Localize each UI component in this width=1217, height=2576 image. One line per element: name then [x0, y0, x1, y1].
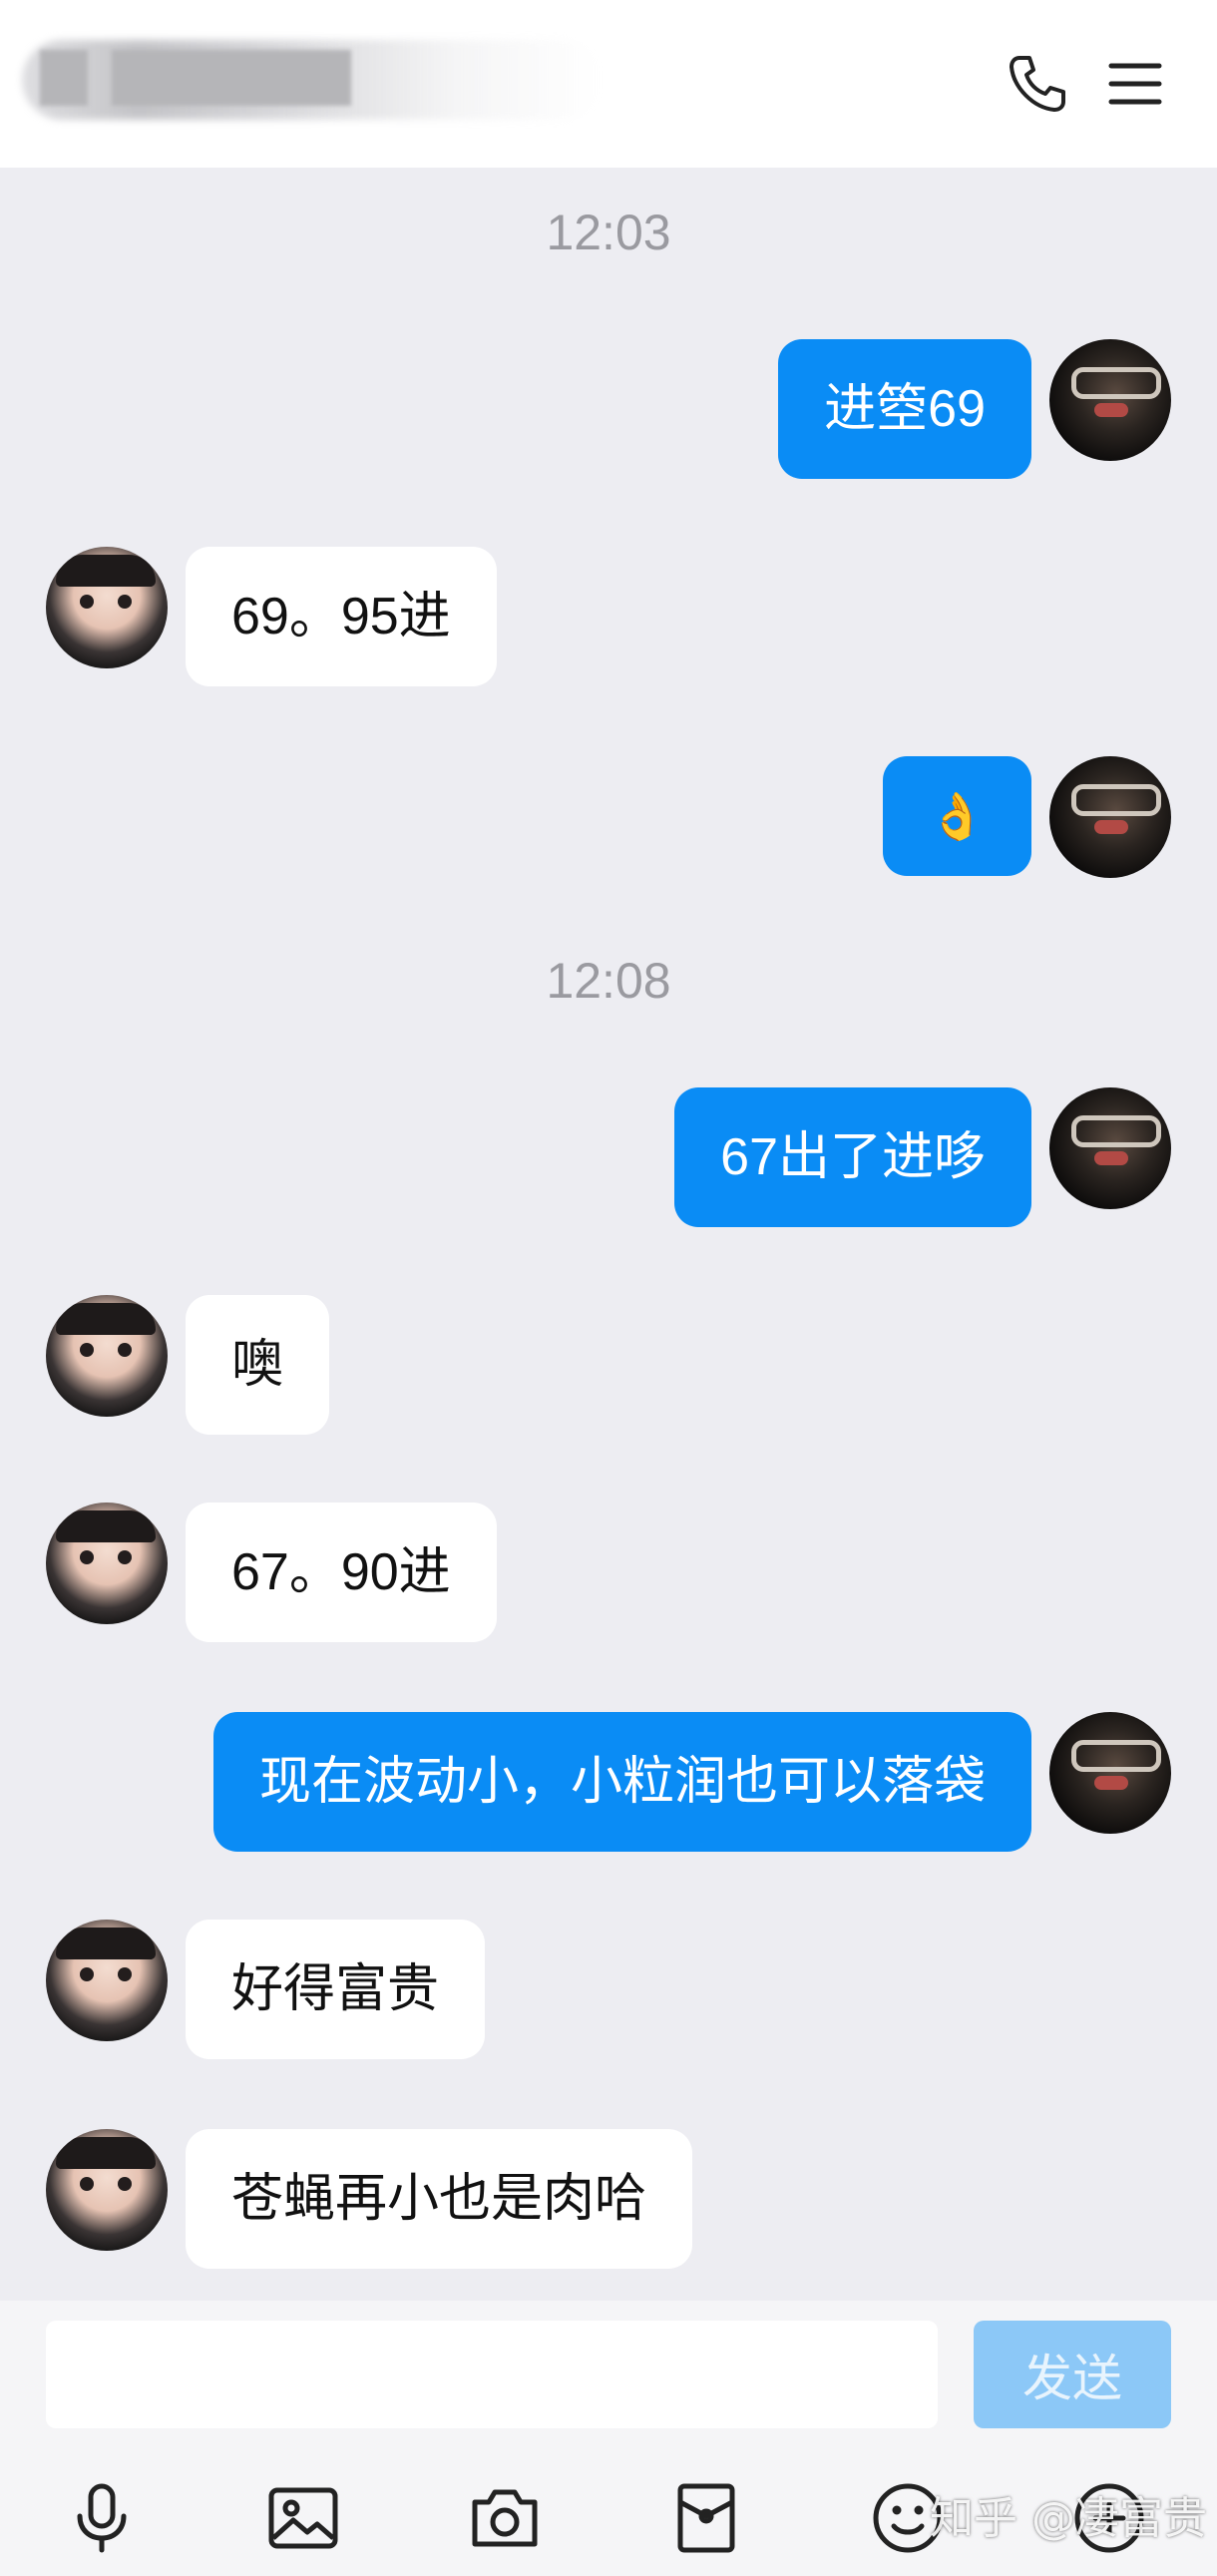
image-icon[interactable] [261, 2476, 345, 2560]
watermark: 知乎 @凄富贵 [930, 2493, 1207, 2544]
contact-avatar[interactable] [46, 1920, 168, 2041]
message-bubble[interactable]: 噢 [186, 1295, 330, 1435]
message-row: 噢 [0, 1295, 1217, 1435]
contact-avatar[interactable] [46, 1295, 168, 1417]
timestamp: 12:08 [546, 953, 671, 1009]
my-avatar[interactable] [1049, 756, 1171, 878]
blur-block [40, 50, 88, 106]
message-row: 现在波动小，小粒润也可以落袋 [0, 1712, 1217, 1852]
message-row: 进箜69 [0, 339, 1217, 479]
microphone-icon[interactable] [60, 2476, 144, 2560]
contact-avatar[interactable] [46, 547, 168, 668]
my-avatar[interactable] [1049, 1087, 1171, 1209]
message-bubble[interactable]: 苍蝇再小也是肉哈 [186, 2129, 693, 2269]
message-bubble[interactable]: 69。95进 [186, 547, 497, 686]
message-bubble[interactable]: 现在波动小，小粒润也可以落袋 [212, 1712, 1031, 1852]
contact-avatar[interactable] [46, 2129, 168, 2251]
message-row: 👌 [0, 756, 1217, 896]
my-avatar[interactable] [1049, 1712, 1171, 1834]
message-row: 69。95进 [0, 547, 1217, 686]
my-avatar[interactable] [1049, 339, 1171, 461]
message-bubble[interactable]: 进箜69 [778, 339, 1031, 479]
message-row: 苍蝇再小也是肉哈 [0, 2129, 1217, 2269]
message-input[interactable] [46, 2321, 938, 2428]
message-row: 好得富贵 [0, 1920, 1217, 2059]
message-row: 67。90进 [0, 1503, 1217, 1642]
message-bubble[interactable]: 好得富贵 [186, 1920, 486, 2059]
message-bubble[interactable]: 👌 [882, 756, 1031, 876]
phone-icon[interactable] [998, 44, 1077, 124]
menu-icon[interactable] [1095, 44, 1175, 124]
timestamp: 12:03 [546, 205, 671, 260]
chat-header [0, 0, 1217, 168]
camera-icon[interactable] [463, 2476, 547, 2560]
blur-block [112, 50, 351, 106]
message-bubble[interactable]: 67出了进哆 [674, 1087, 1031, 1227]
message-bubble[interactable]: 67。90进 [186, 1503, 497, 1642]
send-button[interactable]: 发送 [974, 2321, 1171, 2428]
message-row: 67出了进哆 [0, 1087, 1217, 1227]
contact-avatar[interactable] [46, 1503, 168, 1624]
input-area: 发送 知乎 @凄富贵 [0, 2301, 1217, 2576]
red-packet-icon[interactable] [664, 2476, 748, 2560]
